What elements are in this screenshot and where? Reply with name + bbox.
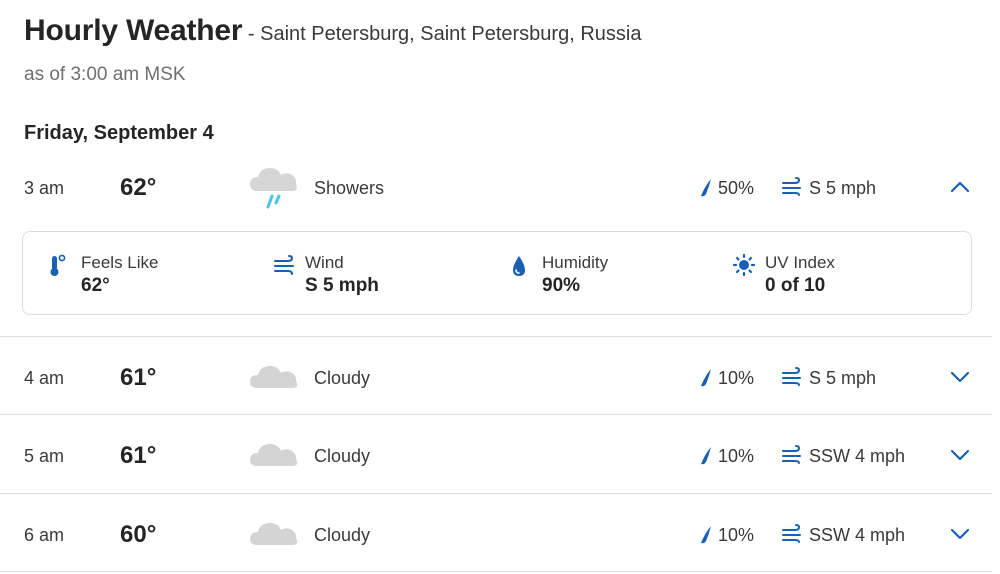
raindrop-icon [699,368,713,393]
hour-precip: 50% [718,178,755,198]
raindrop-icon [699,178,713,203]
day-heading: Friday, September 4 [24,122,214,144]
hour-condition: Cloudy [314,368,371,388]
wind-icon [273,254,297,281]
hour-precip: 10% [718,525,755,545]
detail-label: Feels Like [81,253,159,272]
hour-row-3am[interactable]: 3 am 62° Showers 50% S 5 mph [0,157,992,217]
chevron-up-icon[interactable] [948,178,972,201]
hour-temp: 61° [120,442,157,469]
as-of-timestamp: as of 3:00 am MSK [24,64,186,85]
hour-precip: 10% [718,368,755,388]
wind-icon [781,524,803,549]
humidity-drop-icon [510,254,528,283]
wind-icon [781,445,803,470]
hour-wind: SSW 4 mph [809,446,906,466]
hour-temp: 62° [120,174,157,201]
row-divider [0,336,992,337]
hour-row-4am[interactable]: 4 am 61° Cloudy 10% S 5 mph [0,347,992,407]
row-divider [0,493,992,494]
hour-row-6am[interactable]: 6 am 60° Cloudy 10% SSW 4 mph [0,504,992,564]
hour-condition: Cloudy [314,525,371,545]
row-divider [0,571,992,572]
cloudy-icon [249,439,301,474]
thermometer-icon [49,254,67,283]
detail-label: Wind [305,253,344,272]
hour-time: 3 am [24,178,65,198]
hour-condition: Cloudy [314,446,371,466]
detail-value: 90% [542,275,581,296]
chevron-down-icon[interactable] [948,368,972,391]
raindrop-icon [699,446,713,471]
hour-precip: 10% [718,446,755,466]
hour-wind: SSW 4 mph [809,525,906,545]
hour-time: 5 am [24,446,65,466]
hour-temp: 60° [120,521,157,548]
hour-wind: S 5 mph [809,368,877,388]
hour-temp: 61° [120,364,157,391]
hour-condition: Showers [314,178,385,198]
hour-time: 6 am [24,525,65,545]
detail-label: Humidity [542,253,609,272]
location-label: - Saint Petersburg, Saint Petersburg, Ru… [242,23,642,45]
cloudy-icon [249,518,301,553]
uv-sun-icon [732,253,756,281]
chevron-down-icon[interactable] [948,525,972,548]
hour-row-5am[interactable]: 5 am 61° Cloudy 10% SSW 4 mph [0,425,992,485]
wind-icon [781,367,803,392]
page-title: Hourly Weather [24,14,243,47]
wind-icon [781,177,803,202]
hour-wind: S 5 mph [809,178,877,198]
detail-value: 62° [81,275,110,296]
hour-details-card: Feels Like 62° Wind S 5 mph Humidity 90% [22,231,972,315]
raindrop-icon [699,525,713,550]
row-divider [0,414,992,415]
detail-value: S 5 mph [305,275,379,296]
cloudy-icon [249,361,301,396]
showers-icon [249,163,301,218]
page-header: Hourly Weather - Saint Petersburg, Saint… [24,14,641,48]
detail-label: UV Index [765,253,835,272]
chevron-down-icon[interactable] [948,446,972,469]
hour-time: 4 am [24,368,65,388]
detail-value: 0 of 10 [765,275,826,296]
